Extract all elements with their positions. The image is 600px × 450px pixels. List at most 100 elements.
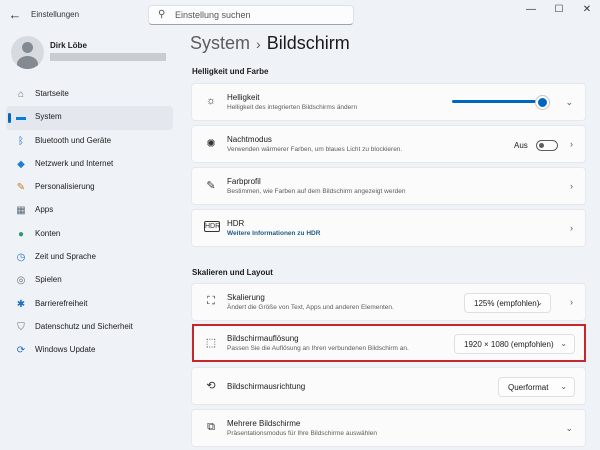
chevron-right-icon[interactable]: › bbox=[570, 139, 573, 149]
gamepad-icon: ◎ bbox=[16, 275, 26, 287]
sidebar-item-label: Startseite bbox=[35, 89, 69, 98]
sidebar-item-bluetooth-und-geräte[interactable]: ᛒ Bluetooth und Geräte bbox=[6, 130, 173, 153]
sidebar-item-label: Netzwerk und Internet bbox=[35, 158, 114, 168]
section-title-brightness-color: Helligkeit und Farbe bbox=[192, 67, 269, 76]
night-light-sub: Verwenden wärmerer Farben, um blaues Lic… bbox=[227, 146, 403, 153]
back-arrow-icon[interactable]: ← bbox=[6, 6, 24, 24]
scale-card[interactable]: ⛶ Skalierung Ändert die Größe von Text, … bbox=[191, 283, 586, 321]
sidebar-item-label: Bluetooth und Geräte bbox=[35, 135, 112, 145]
sidebar-item-label: Apps bbox=[35, 205, 54, 215]
sidebar-item-konten[interactable]: ● Konten bbox=[6, 223, 173, 246]
globe-clock-icon: ◷ bbox=[16, 252, 26, 264]
chevron-right-icon[interactable]: › bbox=[570, 223, 573, 233]
color-profile-sub: Bestimmen, wie Farben auf dem Bildschirm… bbox=[227, 188, 406, 195]
color-profile-title: Farbprofil bbox=[227, 177, 261, 186]
chevron-down-icon: ⌄ bbox=[560, 382, 567, 391]
hdr-info-link[interactable]: Weitere Informationen zu HDR bbox=[227, 230, 320, 237]
wifi-icon: ◆ bbox=[17, 158, 25, 170]
account-icon: ● bbox=[17, 228, 25, 240]
orientation-value: Querformat bbox=[508, 383, 549, 392]
resolution-card[interactable]: ⬚ Bildschirmauflösung Passen Sie die Auf… bbox=[191, 325, 586, 361]
section-title-scale-layout: Skalieren und Layout bbox=[192, 268, 273, 277]
search-input[interactable]: ⚲ Einstellung suchen bbox=[148, 5, 354, 25]
search-placeholder: Einstellung suchen bbox=[175, 10, 251, 20]
brush-icon: ✎ bbox=[16, 182, 26, 194]
sidebar-item-barrierefreiheit[interactable]: ✱ Barrierefreiheit bbox=[6, 293, 173, 316]
brightness-sub: Helligkeit des integrierten Bildschirms … bbox=[227, 104, 358, 111]
minimize-button[interactable]: — bbox=[518, 3, 544, 17]
sidebar-item-netzwerk-und-internet[interactable]: ◆ Netzwerk und Internet bbox=[6, 153, 173, 176]
night-light-toggle[interactable] bbox=[536, 140, 558, 151]
brightness-slider[interactable] bbox=[452, 100, 542, 103]
page-title: Bildschirm bbox=[266, 33, 350, 53]
scale-dropdown[interactable]: 125% (empfohlen) ⌄ bbox=[464, 293, 551, 313]
night-light-title: Nachtmodus bbox=[227, 135, 272, 144]
night-light-toggle-label: Aus bbox=[514, 141, 528, 150]
multiple-displays-icon: ⧉ bbox=[207, 421, 215, 433]
display-icon: ▬ bbox=[16, 112, 26, 124]
brightness-title: Helligkeit bbox=[227, 93, 260, 102]
chevron-right-icon[interactable]: › bbox=[570, 181, 573, 191]
sidebar-item-startseite[interactable]: ⌂ Startseite bbox=[6, 83, 173, 106]
title-bar: ← Einstellungen ⚲ Einstellung suchen — ☐… bbox=[0, 0, 600, 30]
update-icon: ⟳ bbox=[16, 345, 26, 357]
night-light-card[interactable]: ✺ Nachtmodus Verwenden wärmerer Farben, … bbox=[191, 125, 586, 163]
orientation-dropdown[interactable]: Querformat ⌄ bbox=[498, 377, 575, 397]
orientation-icon: ⟲ bbox=[206, 380, 216, 392]
chevron-right-icon[interactable]: › bbox=[570, 297, 573, 307]
chevron-down-icon[interactable]: ⌄ bbox=[565, 97, 573, 108]
breadcrumb-root[interactable]: System bbox=[190, 33, 250, 53]
brightness-slider-thumb[interactable] bbox=[536, 96, 549, 109]
orientation-card[interactable]: ⟲ Bildschirmausrichtung Querformat ⌄ bbox=[191, 367, 586, 405]
sun-icon: ☼ bbox=[205, 95, 217, 107]
shield-icon: ⛉ bbox=[17, 321, 25, 333]
accessibility-icon: ✱ bbox=[16, 298, 26, 310]
sidebar-item-personalisierung[interactable]: ✎ Personalisierung bbox=[6, 176, 173, 199]
resolution-value: 1920 × 1080 (empfohlen) bbox=[464, 340, 554, 349]
resolution-icon: ⬚ bbox=[205, 337, 217, 349]
user-email-redacted bbox=[50, 53, 166, 61]
maximize-button[interactable]: ☐ bbox=[546, 3, 572, 17]
hdr-card[interactable]: HDR HDR Weitere Informationen zu HDR › bbox=[191, 209, 586, 247]
brightness-card[interactable]: ☼ Helligkeit Helligkeit des integrierten… bbox=[191, 83, 586, 121]
scale-icon: ⛶ bbox=[207, 295, 215, 307]
sidebar-item-zeit-und-sprache[interactable]: ◷ Zeit und Sprache bbox=[6, 246, 173, 269]
toggle-knob bbox=[539, 143, 544, 148]
breadcrumb-separator: › bbox=[256, 36, 261, 52]
sidebar-item-datenschutz-und-sicherheit[interactable]: ⛉ Datenschutz und Sicherheit bbox=[6, 316, 173, 339]
resolution-dropdown[interactable]: 1920 × 1080 (empfohlen) ⌄ bbox=[454, 334, 575, 354]
bluetooth-icon: ᛒ bbox=[18, 135, 24, 147]
sidebar-item-system[interactable]: ▬ System bbox=[6, 106, 173, 130]
scale-title: Skalierung bbox=[227, 293, 265, 302]
sidebar-item-label: Konten bbox=[35, 228, 61, 238]
sidebar-item-label: Personalisierung bbox=[35, 182, 95, 192]
sidebar-item-spielen[interactable]: ◎ Spielen bbox=[6, 269, 173, 292]
scale-sub: Ändert die Größe von Text, Apps und ande… bbox=[227, 304, 394, 311]
search-icon: ⚲ bbox=[158, 9, 166, 20]
sidebar-nav: ⌂ Startseite ▬ System ᛒ Bluetooth und Geräte ◆… bbox=[6, 83, 173, 363]
sidebar-item-apps[interactable]: ▦ Apps bbox=[6, 199, 173, 222]
sidebar-item-windows-update[interactable]: ⟳ Windows Update bbox=[6, 339, 173, 362]
night-light-icon: ✺ bbox=[206, 138, 216, 150]
sidebar-item-label: Barrierefreiheit bbox=[35, 298, 88, 308]
sidebar-item-label: Datenschutz und Sicherheit bbox=[35, 321, 133, 331]
orientation-title: Bildschirmausrichtung bbox=[227, 382, 306, 391]
avatar-body bbox=[17, 56, 38, 69]
apps-icon: ▦ bbox=[16, 205, 26, 217]
chevron-down-icon[interactable]: ⌄ bbox=[565, 423, 573, 434]
chevron-down-icon: ⌄ bbox=[560, 339, 567, 348]
chevron-down-icon: ⌄ bbox=[536, 298, 543, 307]
sidebar-item-label: Spielen bbox=[35, 275, 62, 285]
home-icon: ⌂ bbox=[17, 89, 25, 100]
multiple-displays-sub: Präsentationsmodus für Ihre Bildschirme … bbox=[227, 430, 377, 437]
sidebar-item-label: System bbox=[35, 112, 62, 122]
app-title: Einstellungen bbox=[31, 10, 80, 19]
avatar[interactable] bbox=[11, 36, 44, 69]
close-button[interactable]: ✕ bbox=[574, 3, 600, 17]
sidebar-item-label: Zeit und Sprache bbox=[35, 252, 96, 262]
user-name: Dirk Löbe bbox=[50, 41, 87, 50]
resolution-title: Bildschirmauflösung bbox=[227, 334, 299, 343]
color-profile-card[interactable]: ✎ Farbprofil Bestimmen, wie Farben auf d… bbox=[191, 167, 586, 205]
multiple-displays-card[interactable]: ⧉ Mehrere Bildschirme Präsentationsmodus… bbox=[191, 409, 586, 447]
resolution-sub: Passen Sie die Auflösung an Ihren verbun… bbox=[227, 345, 409, 352]
